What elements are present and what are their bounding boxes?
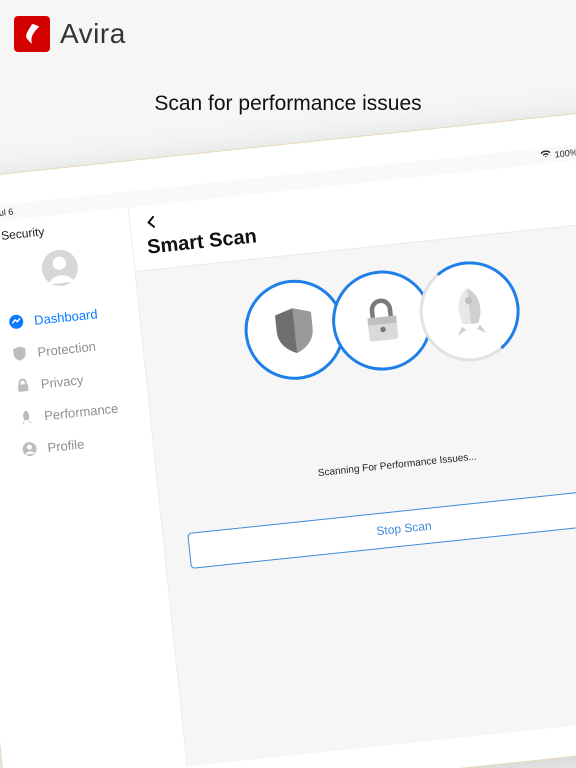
tagline: Scan for performance issues	[0, 92, 576, 116]
shield-icon	[11, 345, 29, 363]
profile-icon	[21, 440, 39, 458]
dashboard-icon	[7, 313, 25, 331]
sidebar-item-label: Profile	[47, 436, 85, 455]
avatar-icon[interactable]	[38, 247, 80, 289]
wifi-icon	[540, 150, 551, 161]
lock-icon	[14, 377, 32, 395]
sidebar-item-label: Dashboard	[33, 306, 98, 328]
stop-scan-button[interactable]: Stop Scan	[187, 488, 576, 569]
sidebar-item-label: Protection	[37, 338, 97, 359]
main-panel: Smart Scan	[129, 157, 576, 766]
ipad-mockup: n Jul 6 100% ro Security	[0, 107, 576, 768]
brand-header: Avira	[0, 0, 576, 62]
scan-status: Scanning For Performance Issues...	[158, 435, 576, 496]
scan-progress-icons	[138, 246, 576, 396]
brand-name: Avira	[60, 18, 126, 50]
status-date: n Jul 6	[0, 207, 14, 220]
sidebar-item-label: Privacy	[40, 372, 84, 391]
sidebar-item-label: Performance	[43, 400, 119, 423]
battery-percent: 100%	[554, 147, 576, 159]
scan-circle-performance	[415, 256, 525, 366]
avira-logo-icon	[14, 16, 50, 52]
rocket-icon	[17, 408, 35, 426]
